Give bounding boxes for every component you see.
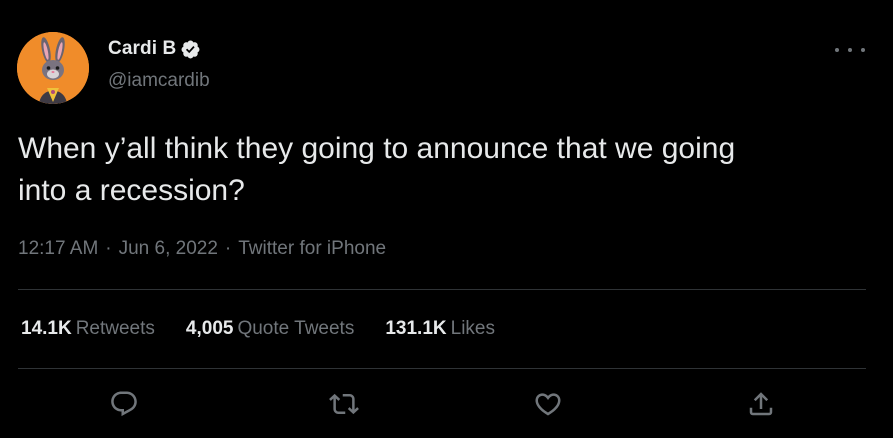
more-icon[interactable] <box>835 40 865 60</box>
divider <box>18 368 866 369</box>
bunny-avatar-icon <box>17 32 89 104</box>
reply-icon <box>111 391 137 417</box>
avatar[interactable] <box>17 32 89 104</box>
tweet-stats: 14.1K Retweets 4,005 Quote Tweets 131.1K Li… <box>21 318 526 340</box>
tweet-source[interactable]: Twitter for iPhone <box>238 238 386 260</box>
likes-label: Likes <box>450 318 495 339</box>
reply-button[interactable] <box>106 386 142 422</box>
display-name-row[interactable]: Cardi B <box>108 38 201 60</box>
tweet-meta: 12:17 AM · Jun 6, 2022 · Twitter for iPh… <box>18 238 386 260</box>
like-button[interactable] <box>530 386 566 422</box>
meta-separator: · <box>105 238 112 259</box>
retweets-stat[interactable]: 14.1K Retweets <box>21 318 155 340</box>
action-bar <box>0 386 893 426</box>
quote-tweets-label: Quote Tweets <box>237 318 355 339</box>
display-name[interactable]: Cardi B <box>108 38 176 60</box>
retweet-button[interactable] <box>326 386 362 422</box>
meta-separator: · <box>224 238 232 259</box>
divider <box>18 289 866 290</box>
retweet-icon <box>329 393 359 415</box>
tweet-date[interactable]: Jun 6, 2022 <box>119 238 218 260</box>
tweet: Cardi B @iamcardib When y’all think they… <box>0 0 893 438</box>
tweet-text: When y’all think they going to announce … <box>18 132 736 207</box>
quote-tweets-stat[interactable]: 4,005 Quote Tweets <box>186 318 354 340</box>
heart-icon <box>535 393 561 416</box>
tweet-time[interactable]: 12:17 AM <box>18 238 98 260</box>
handle[interactable]: @iamcardib <box>108 70 210 92</box>
share-button[interactable] <box>743 386 779 422</box>
quote-tweets-count: 4,005 <box>185 318 234 339</box>
verified-badge-icon <box>181 40 200 58</box>
retweets-label: Retweets <box>75 318 155 339</box>
retweets-count: 14.1K <box>21 318 72 339</box>
likes-count: 131.1K <box>385 318 447 339</box>
share-icon <box>749 392 773 416</box>
likes-stat[interactable]: 131.1K Likes <box>385 318 495 340</box>
